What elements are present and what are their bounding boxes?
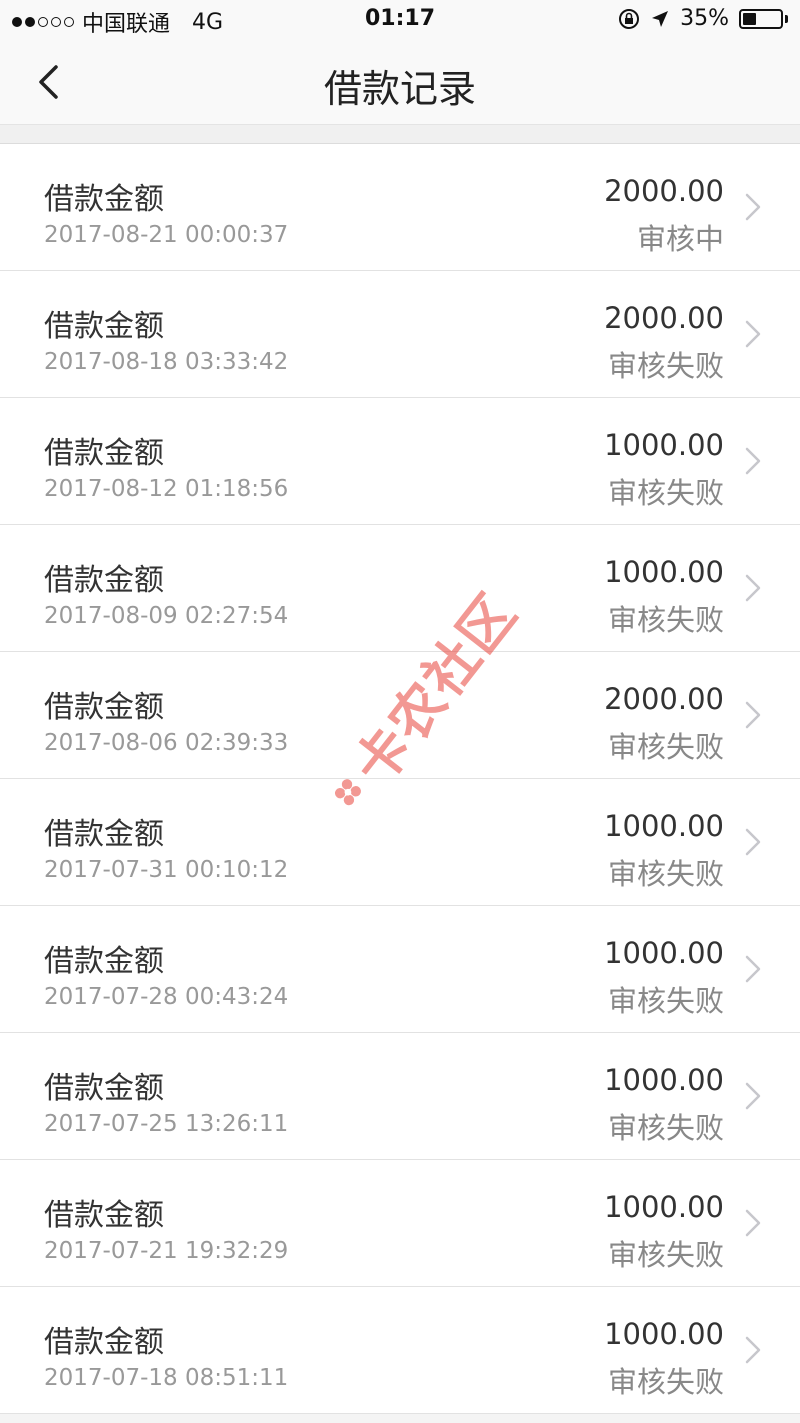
record-label: 借款金额 [44, 182, 164, 217]
record-amount: 1000.00 [604, 809, 724, 843]
chevron-right-icon [745, 193, 761, 221]
record-amount: 1000.00 [604, 428, 724, 462]
chevron-right-icon [745, 828, 761, 856]
record-amount: 1000.00 [604, 1190, 724, 1224]
record-timestamp: 2017-08-06 02:39:33 [44, 730, 289, 756]
loan-record-row[interactable]: 借款金额 2017-07-31 00:10:12 1000.00 审核失败 [0, 779, 800, 906]
record-status: 审核失败 [607, 603, 724, 637]
loan-record-row[interactable]: 借款金额 2017-07-21 19:32:29 1000.00 审核失败 [0, 1160, 800, 1287]
loan-record-row[interactable]: 借款金额 2017-08-18 03:33:42 2000.00 审核失败 [0, 271, 800, 398]
record-amount: 1000.00 [604, 1317, 724, 1351]
record-label: 借款金额 [44, 690, 164, 725]
loan-record-list: 借款金额 2017-08-21 00:00:37 2000.00 审核中 借款金额 201… [0, 144, 800, 1414]
record-amount: 1000.00 [604, 936, 724, 970]
record-label: 借款金额 [44, 563, 164, 598]
record-status: 审核失败 [607, 857, 724, 891]
record-status: 审核失败 [607, 476, 724, 510]
loan-record-row[interactable]: 借款金额 2017-08-21 00:00:37 2000.00 审核中 [0, 144, 800, 271]
page-title: 借款记录 [323, 67, 476, 111]
loan-record-row[interactable]: 借款金额 2017-07-18 08:51:11 1000.00 审核失败 [0, 1287, 800, 1414]
chevron-right-icon [745, 447, 761, 475]
record-amount: 2000.00 [604, 174, 724, 208]
battery-percent: 35% [680, 6, 729, 31]
record-status: 审核失败 [607, 1238, 724, 1272]
loan-record-row[interactable]: 借款金额 2017-08-09 02:27:54 1000.00 审核失败 [0, 525, 800, 652]
chevron-right-icon [745, 574, 761, 602]
record-status: 审核失败 [607, 730, 724, 764]
status-right: 35% [618, 6, 788, 31]
record-timestamp: 2017-08-09 02:27:54 [44, 603, 289, 629]
section-spacer [0, 125, 800, 144]
loan-record-row[interactable]: 借款金额 2017-08-12 01:18:56 1000.00 审核失败 [0, 398, 800, 525]
record-timestamp: 2017-08-12 01:18:56 [44, 476, 289, 502]
record-timestamp: 2017-08-21 00:00:37 [44, 222, 289, 248]
navigation-bar: 借款记录 [0, 40, 800, 125]
record-label: 借款金额 [44, 309, 164, 344]
record-status: 审核失败 [607, 349, 724, 383]
record-status: 审核中 [636, 222, 724, 256]
location-arrow-icon [652, 10, 669, 27]
record-timestamp: 2017-08-18 03:33:42 [44, 349, 289, 375]
record-status: 审核失败 [607, 1111, 724, 1145]
status-bar: 中国联通 4G 01:17 35% [0, 0, 800, 40]
record-amount: 2000.00 [604, 682, 724, 716]
chevron-right-icon [745, 701, 761, 729]
battery-fill [743, 12, 756, 25]
record-timestamp: 2017-07-31 00:10:12 [44, 857, 289, 883]
loan-record-row[interactable]: 借款金额 2017-08-06 02:39:33 2000.00 审核失败 [0, 652, 800, 779]
record-timestamp: 2017-07-28 00:43:24 [44, 984, 289, 1010]
rotation-lock-icon [619, 8, 640, 29]
chevron-right-icon [745, 1336, 761, 1364]
record-status: 审核失败 [607, 1365, 724, 1399]
record-label: 借款金额 [44, 1325, 164, 1360]
record-amount: 1000.00 [604, 555, 724, 589]
battery-icon [739, 8, 783, 29]
record-label: 借款金额 [44, 944, 164, 979]
record-timestamp: 2017-07-25 13:26:11 [44, 1111, 289, 1137]
loan-record-row[interactable]: 借款金额 2017-07-28 00:43:24 1000.00 审核失败 [0, 906, 800, 1033]
record-label: 借款金额 [44, 1198, 164, 1233]
record-label: 借款金额 [44, 1071, 164, 1106]
battery-tip [785, 14, 788, 23]
record-status: 审核失败 [607, 984, 724, 1018]
chevron-right-icon [745, 955, 761, 983]
chevron-right-icon [745, 1209, 761, 1237]
record-timestamp: 2017-07-21 19:32:29 [44, 1238, 289, 1264]
record-label: 借款金额 [44, 436, 164, 471]
record-amount: 1000.00 [604, 1063, 724, 1097]
chevron-right-icon [745, 1082, 761, 1110]
record-label: 借款金额 [44, 817, 164, 852]
record-amount: 2000.00 [604, 301, 724, 335]
chevron-right-icon [745, 320, 761, 348]
loan-record-row[interactable]: 借款金额 2017-07-25 13:26:11 1000.00 审核失败 [0, 1033, 800, 1160]
record-timestamp: 2017-07-18 08:51:11 [44, 1365, 289, 1391]
